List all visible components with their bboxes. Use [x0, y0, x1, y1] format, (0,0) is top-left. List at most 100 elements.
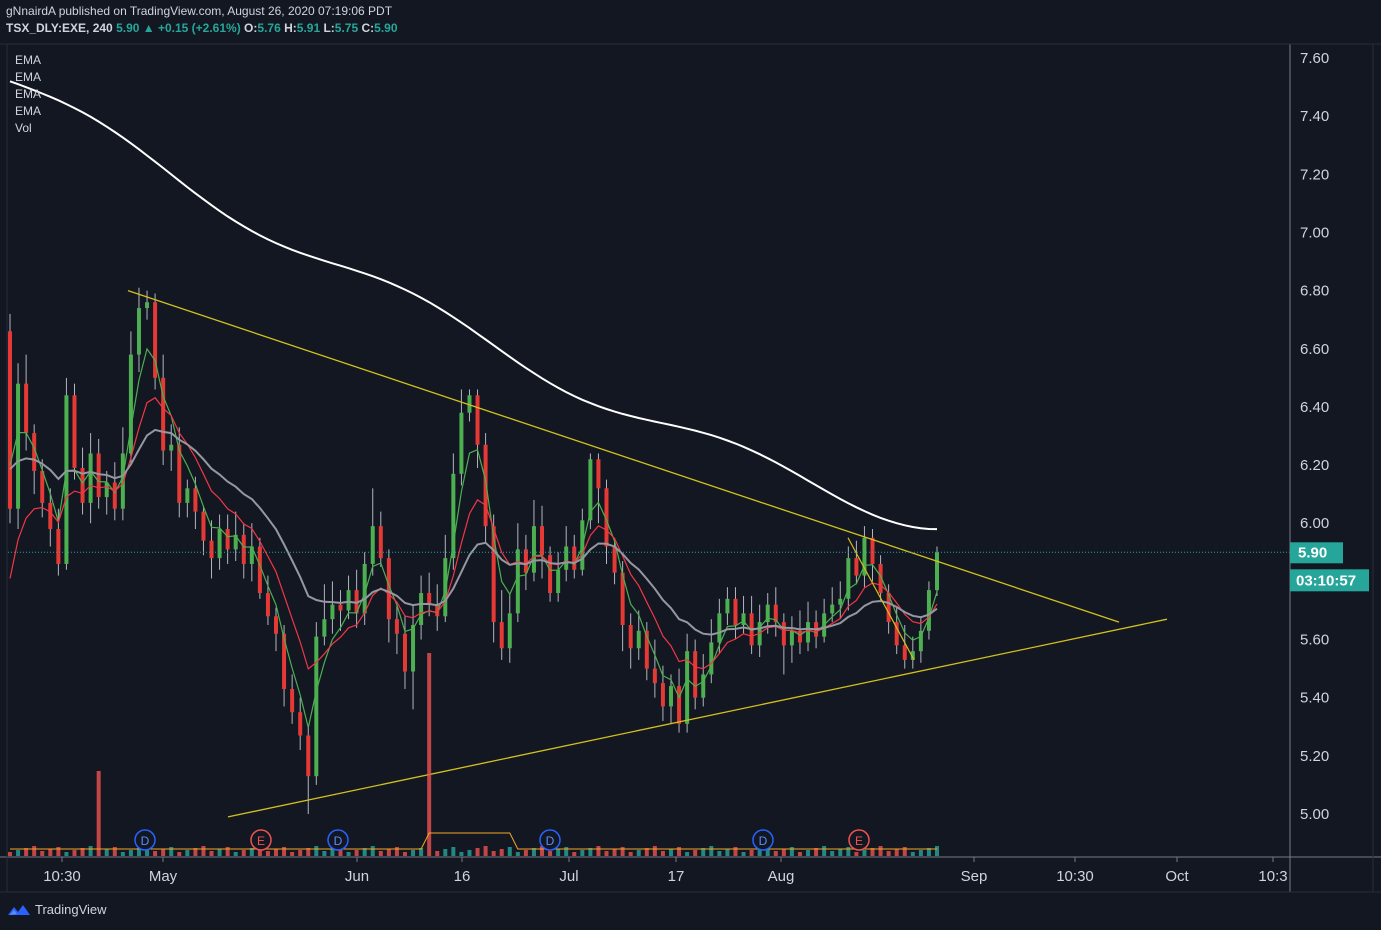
candle-body [717, 613, 722, 643]
candle-body [636, 630, 641, 649]
marker-letter: E [257, 834, 265, 848]
volume-bar [773, 851, 778, 856]
volume-bar [596, 846, 601, 856]
volume-bar [918, 850, 923, 856]
symbol-legend: TSX_DLY:EXE, 240 5.90 ▲ +0.15 (+2.61%) O… [6, 21, 398, 35]
publish-info: gNnairdA published on TradingView.com, A… [6, 4, 393, 18]
volume-bar [878, 846, 883, 856]
dividend-marker[interactable]: D [752, 829, 774, 851]
candle-body [201, 511, 206, 541]
high-value: 5.91 [296, 21, 321, 35]
candle-body [378, 526, 383, 559]
candle-body [419, 593, 424, 625]
volume-bar [910, 852, 915, 856]
volume-bar [112, 847, 117, 856]
volume-bar [902, 847, 907, 856]
volume-bar [685, 852, 690, 856]
volume-bar [822, 846, 827, 856]
candle[interactable] [153, 293, 158, 390]
candle-body [596, 459, 601, 489]
volume-bar [16, 850, 21, 856]
candle[interactable] [926, 581, 931, 640]
candle-body [556, 569, 561, 594]
earnings-marker[interactable]: E [250, 829, 272, 851]
volume-bar [749, 850, 754, 856]
volume-bar [298, 850, 303, 856]
candle-body [185, 488, 190, 503]
volume-bar [169, 847, 174, 856]
volume-bar [161, 849, 166, 856]
candle-body [443, 558, 448, 617]
candle-body [370, 526, 375, 564]
volume-bar [572, 852, 577, 856]
marker-letter: D [759, 834, 768, 848]
volume-bar [88, 846, 93, 856]
volume-bar [209, 851, 214, 856]
volume-bar [523, 850, 528, 856]
indicator-volume[interactable]: Vol [15, 121, 32, 135]
candle-body [475, 395, 480, 445]
volume-bar [741, 852, 746, 856]
candle[interactable] [8, 313, 12, 524]
high-label: H: [284, 21, 297, 35]
time-tick-label: 16 [454, 868, 471, 885]
candle-body [112, 482, 117, 509]
candle-body [935, 552, 939, 591]
volume-bar [475, 848, 480, 856]
candle-body [72, 395, 77, 468]
volume-bar [233, 852, 238, 856]
indicator-ema-3[interactable]: EMA [15, 87, 41, 101]
candle-body [145, 302, 150, 309]
candle[interactable] [72, 383, 77, 480]
time-tick-label: Oct [1165, 868, 1189, 885]
candle-body [225, 529, 230, 550]
volume-bar [838, 849, 843, 856]
candle-body [394, 619, 399, 634]
volume-bar [346, 852, 351, 856]
dividend-marker[interactable]: D [539, 829, 561, 851]
time-tick-label: Aug [768, 868, 795, 885]
candle-body [265, 593, 270, 617]
close-value: 5.90 [374, 21, 398, 35]
symbol-name[interactable]: TSX_DLY:EXE, 240 [6, 21, 113, 35]
volume-bar [620, 847, 625, 856]
volume-bar [781, 849, 786, 856]
volume-bar [427, 653, 432, 856]
candle-body [402, 633, 407, 672]
candle-body [209, 540, 214, 559]
volume-bar [459, 852, 464, 856]
candle-body [523, 549, 528, 573]
candle-body [274, 616, 279, 634]
volume-bar [241, 850, 246, 856]
candle-body [290, 688, 295, 713]
indicator-ema-1[interactable]: EMA [15, 53, 41, 67]
time-tick-label: 10:3 [1258, 868, 1287, 885]
candle[interactable] [16, 363, 21, 530]
candle-body [693, 651, 698, 698]
indicator-ema-2[interactable]: EMA [15, 70, 41, 84]
volume-bar [797, 852, 802, 856]
volume-bar [507, 847, 512, 856]
dividend-marker[interactable]: D [134, 829, 156, 851]
indicator-ema-4[interactable]: EMA [15, 104, 41, 118]
tradingview-logo[interactable]: TradingView [7, 902, 107, 917]
price-chart[interactable]: 7.607.407.207.006.806.606.406.206.005.80… [0, 0, 1381, 930]
candle-body [668, 686, 673, 707]
time-tick-label: 17 [668, 868, 685, 885]
volume-bar [499, 849, 504, 856]
volume-bar [467, 850, 472, 856]
volume-bar [886, 851, 891, 856]
volume-bar [48, 849, 53, 856]
earnings-marker[interactable]: E [848, 829, 870, 851]
candle-body [870, 537, 875, 564]
candle[interactable] [314, 622, 319, 785]
volume-bar [394, 847, 399, 856]
candle-body [411, 625, 416, 672]
price-tick-label: 5.00 [1300, 806, 1329, 823]
time-tick-label: Jul [559, 868, 578, 885]
volume-bar [677, 847, 682, 856]
candle[interactable] [935, 546, 939, 596]
candle-body [628, 625, 633, 649]
dividend-marker[interactable]: D [327, 829, 349, 851]
volume-bar [8, 852, 12, 856]
